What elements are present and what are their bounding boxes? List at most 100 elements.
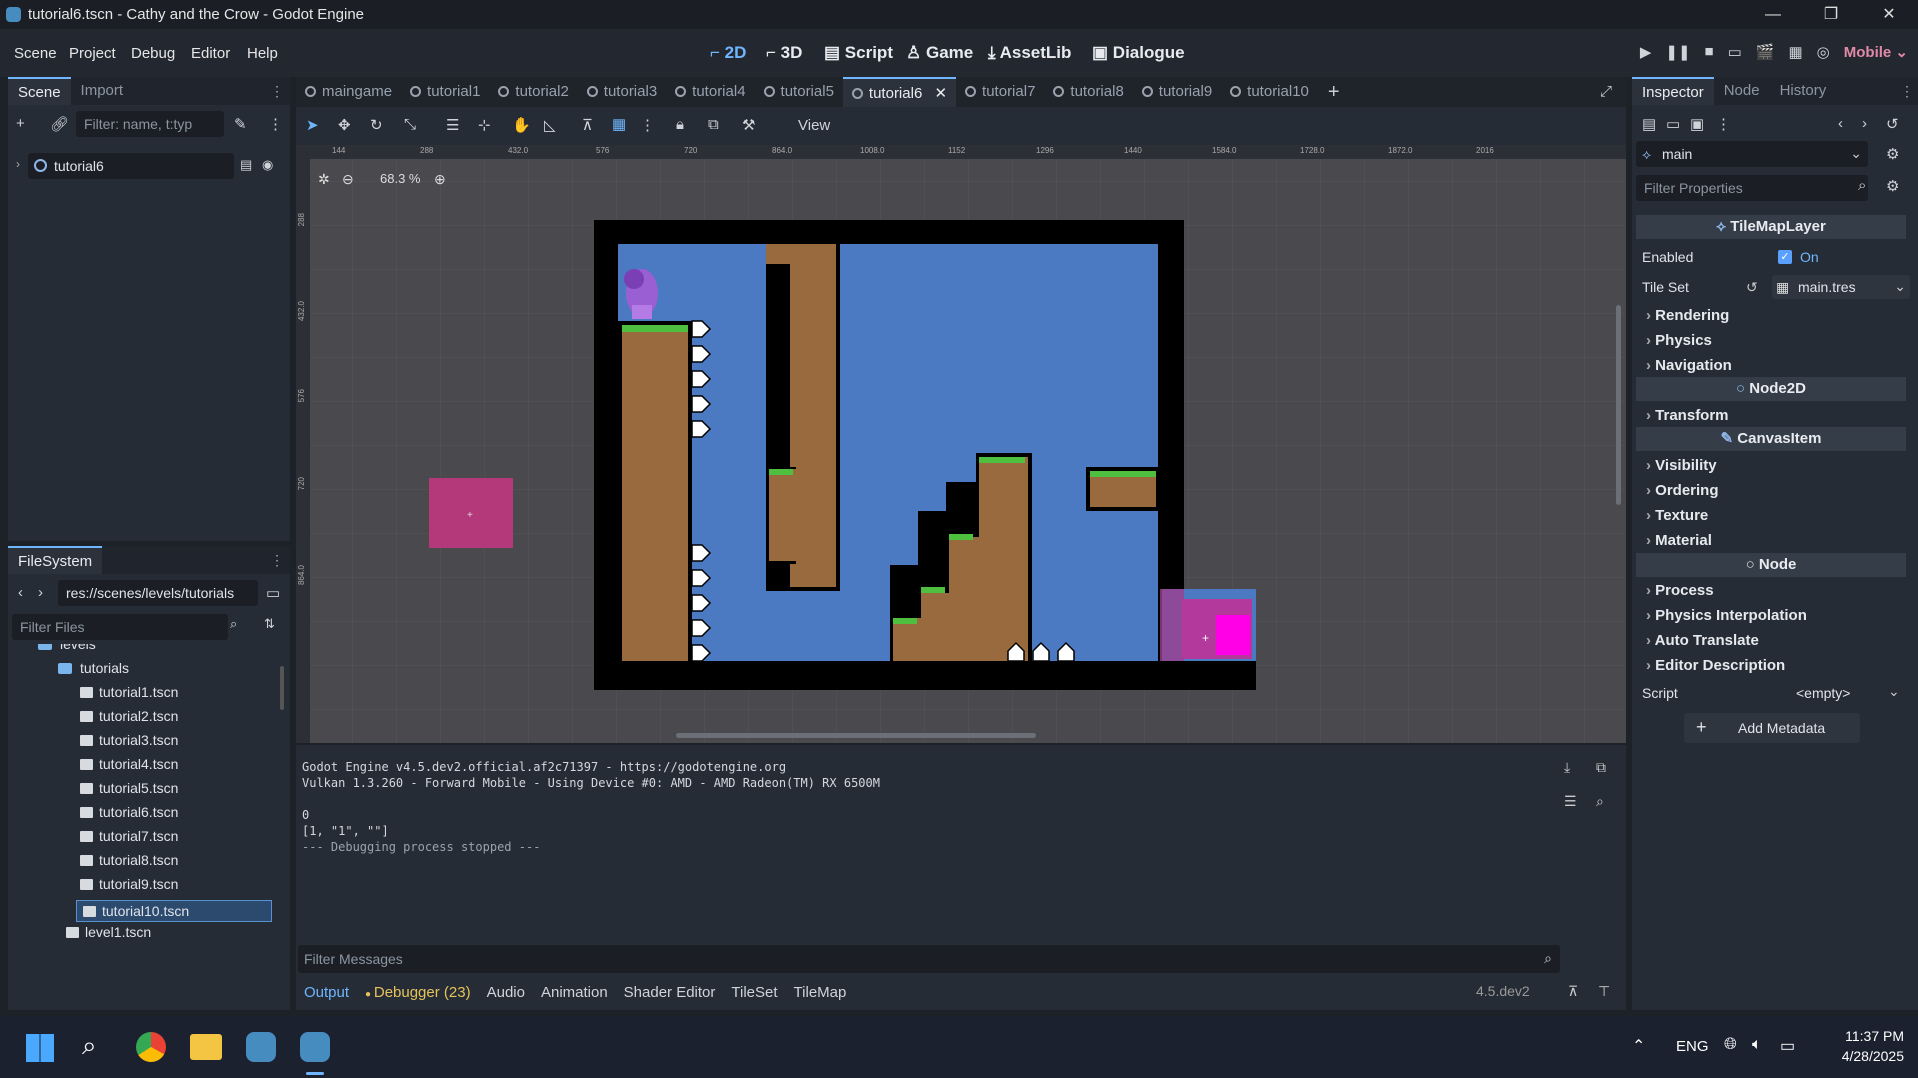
dock-menu-icon[interactable]: ⋮ [270,83,284,100]
fs-path-input[interactable]: res://scenes/levels/tutorials [58,580,258,606]
open-resource-icon[interactable]: ▭ [1666,115,1680,133]
close-tab-icon[interactable]: ✕ [930,85,947,102]
scene-tab-tutorial4[interactable]: tutorial4 [666,77,754,107]
node-tools-icon[interactable]: ⚙ [1886,145,1899,163]
inspector-options-icon[interactable]: ⚙ [1886,177,1899,195]
tileset-resource-picker[interactable]: ▦ main.tres ⌄ [1772,275,1910,299]
movie-maker-icon[interactable]: ◎ [1817,43,1830,61]
scene-tab-tutorial1[interactable]: tutorial1 [401,77,489,107]
inspector-section[interactable]: › Material [1646,532,1712,549]
windows-start-icon[interactable] [26,1034,54,1062]
taskbar-search-icon[interactable]: ⌕ [82,1030,97,1062]
inspector-menu-icon[interactable]: ⋮ [1900,83,1914,100]
select-tool-icon[interactable]: ➤ [306,116,319,134]
bottom-tab[interactable]: TileSet [723,984,785,1001]
fs-filter-input[interactable]: Filter Files [12,614,228,640]
filter-messages-input[interactable]: Filter Messages ⌕ [298,945,1560,973]
workspace-dialogue[interactable]: ▣ Dialogue [1092,43,1185,63]
scene-tab-tutorial7[interactable]: tutorial7 [956,77,1044,107]
inspector-section[interactable]: › Physics Interpolation [1646,607,1807,624]
fs-menu-icon[interactable]: ⋮ [270,552,284,569]
chrome-icon[interactable] [136,1032,166,1062]
workspace-script[interactable]: ▤ Script [824,43,893,63]
renderer-select[interactable]: Mobile ⌄ [1844,43,1908,61]
h-scrollbar[interactable] [676,733,1036,738]
inspector-section[interactable]: › Navigation [1646,357,1732,374]
inspector-section[interactable]: › Physics [1646,332,1712,349]
tab-import[interactable]: Import [71,77,134,105]
add-metadata-button[interactable]: + Add Metadata [1684,713,1860,743]
lock-icon[interactable]: 🔒︎ [676,116,684,133]
fs-file-item[interactable]: tutorial9.tscn [80,876,178,892]
new-resource-icon[interactable]: ▤ [1642,115,1656,133]
workspace-assetlib[interactable]: ⤓ AssetLib [988,43,1071,63]
object-history-icon[interactable]: ↺ [1886,115,1899,133]
node-select[interactable]: ⟡ main ⌄ [1636,141,1868,167]
fs-file-item[interactable]: tutorial3.tscn [80,732,178,748]
battery-icon[interactable]: ▭ [1780,1036,1795,1056]
rotate-tool-icon[interactable]: ↻ [370,116,383,134]
revert-icon[interactable]: ↺ [1746,279,1758,296]
add-tab-icon[interactable]: + [1328,81,1340,104]
fs-file-item[interactable]: level1.tscn [66,924,151,940]
inspector-section[interactable]: › Ordering [1646,482,1719,499]
pan-tool-icon[interactable]: ✋ [512,116,531,134]
inspector-section[interactable]: › Process [1646,582,1714,599]
fs-scrollbar[interactable] [280,666,284,710]
sort-icon[interactable]: ⇅ [264,616,275,632]
save-resource-icon[interactable]: ▣ [1690,115,1704,133]
filter-properties-input[interactable]: Filter Properties [1636,175,1868,201]
snap-options-icon[interactable]: ⋮ [640,116,655,134]
tilemap-level[interactable]: + + [296,145,1626,743]
workspace-game[interactable]: ♙ Game [906,43,973,63]
link-icon[interactable]: 🔗︎ [50,115,69,133]
remote-debug-icon[interactable]: ▭ [1728,43,1742,61]
script-attach-icon[interactable]: ✎ [234,115,247,133]
play-scene-icon[interactable]: 🎬 [1756,43,1775,61]
tray-chevron-icon[interactable]: ⌃ [1632,1036,1645,1056]
menu-scene[interactable]: Scene [14,45,57,62]
distraction-free-icon[interactable]: ⤢ [1600,83,1612,100]
scene-filter-input[interactable]: Filter: name, t:typ [76,111,224,137]
menu-debug[interactable]: Debug [131,45,175,62]
scale-tool-icon[interactable]: ⤡ [404,116,416,133]
grid-snap-icon[interactable]: ▦ [612,115,626,133]
move-tool-icon[interactable]: ✥ [338,116,351,134]
split-view-icon[interactable]: ▭ [266,584,280,602]
save-log-icon[interactable]: ⤓ [1564,759,1570,776]
bottom-tab[interactable]: ● Debugger (23) [357,984,479,1001]
history-back-icon[interactable]: ‹ [1838,115,1843,132]
inspector-section[interactable]: › Transform [1646,407,1729,424]
language-indicator[interactable]: ENG [1676,1038,1709,1055]
maximize-button[interactable]: ❐ [1802,0,1860,29]
copy-log-icon[interactable]: ⧉ [1596,759,1606,776]
history-forward-icon[interactable]: › [1862,115,1867,132]
fs-file-item[interactable]: tutorial6.tscn [80,804,178,820]
enabled-checkbox[interactable]: ✓ [1778,250,1792,264]
inspector-section[interactable]: › Rendering [1646,307,1729,324]
fs-file-item[interactable]: tutorial7.tscn [80,828,178,844]
ruler-tool-icon[interactable]: ◺ [544,116,556,134]
script-chevron-icon[interactable]: ⌄ [1888,683,1900,700]
godot-taskbar-icon[interactable] [246,1032,276,1062]
view-menu[interactable]: View [798,117,830,134]
play-icon[interactable]: ▶ [1640,43,1652,61]
pause-icon[interactable]: ❚❚ [1665,43,1690,61]
script-value[interactable]: <empty> [1796,685,1850,701]
scene-tab-tutorial10[interactable]: tutorial10 [1221,77,1318,107]
scene-menu-icon[interactable]: ⋮ [268,115,283,133]
fs-file-item[interactable]: tutorial1.tscn [80,684,178,700]
menu-project[interactable]: Project [69,45,116,62]
forward-icon[interactable]: › [38,584,43,601]
scene-tab-tutorial9[interactable]: tutorial9 [1133,77,1221,107]
scene-tab-tutorial5[interactable]: tutorial5 [755,77,843,107]
volume-icon[interactable]: 🔈︎ [1752,1036,1762,1054]
inspector-section[interactable]: › Auto Translate [1646,632,1759,649]
bottom-tab[interactable]: Animation [533,984,616,1001]
fs-file-item[interactable]: tutorial5.tscn [80,780,178,796]
pivot-tool-icon[interactable]: ⊹ [478,116,491,134]
godot-active-taskbar-icon[interactable] [300,1032,330,1062]
expand-arrow-icon[interactable]: › [16,157,20,171]
fs-folder-item[interactable]: tutorials [58,660,129,676]
bone-icon[interactable]: ⚒ [742,116,755,134]
